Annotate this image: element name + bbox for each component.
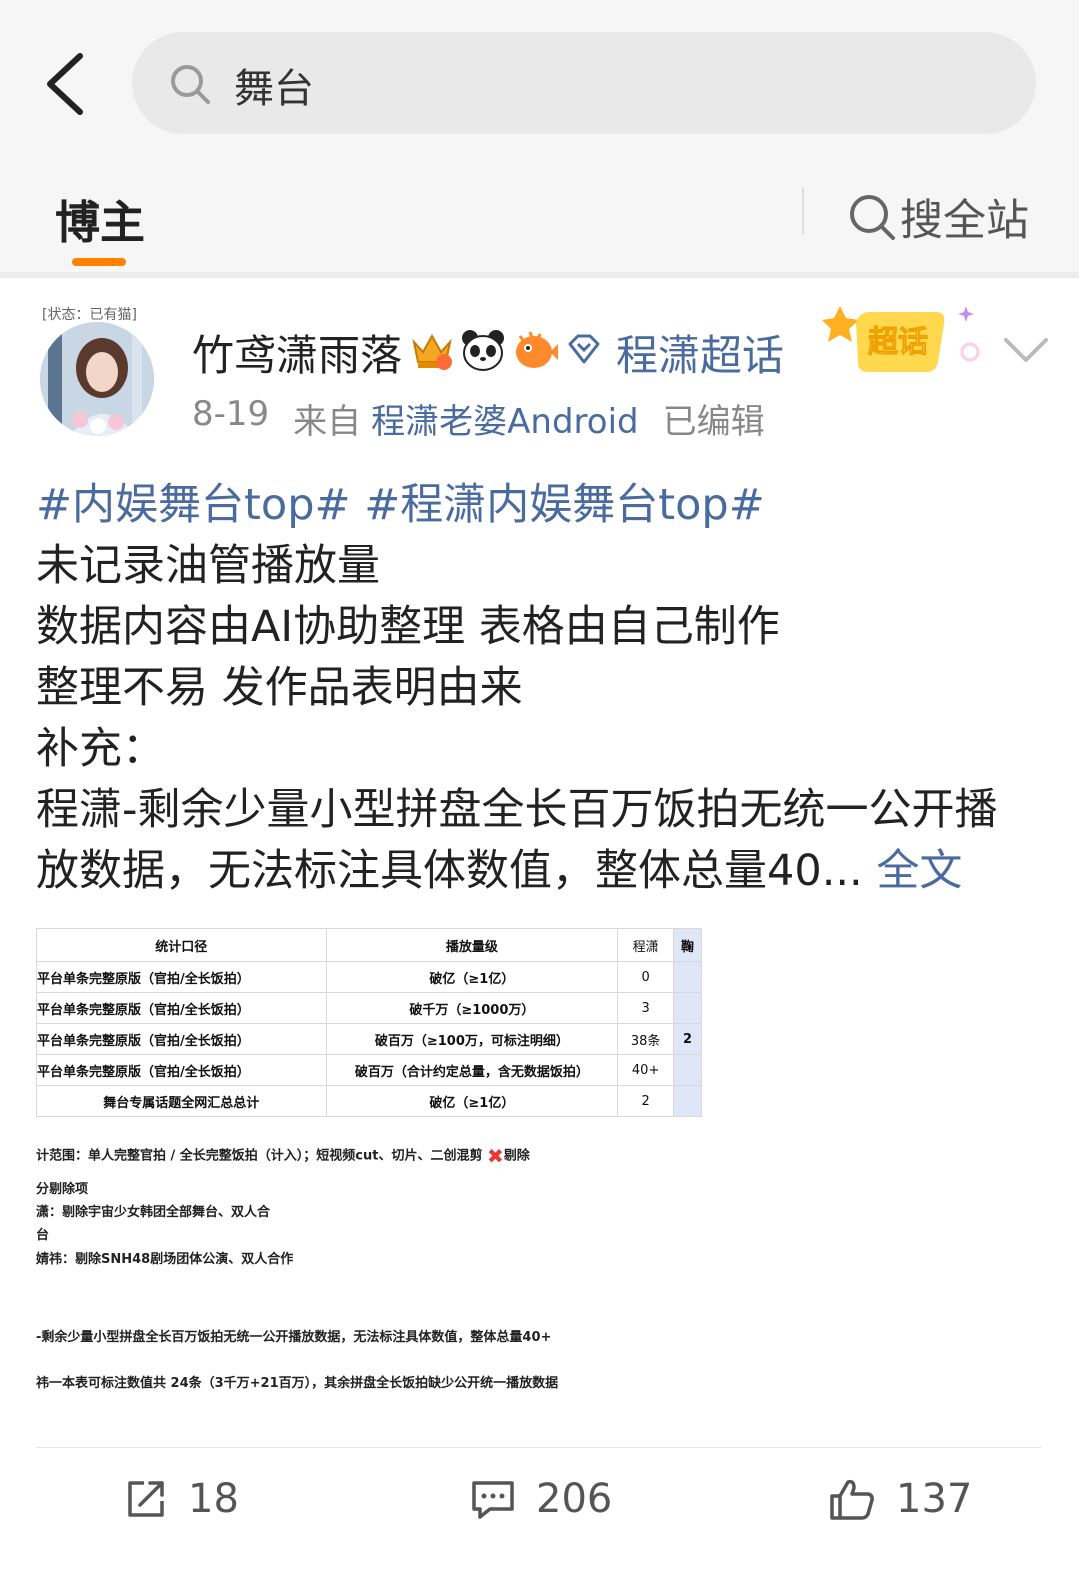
comment-icon [472, 1481, 514, 1519]
post-image[interactable]: 统计口径 播放量级 程潇 鞠 平台单条完整原版（官拍/全长饭拍） 破亿（≥1亿）… [36, 928, 702, 1396]
divider [36, 1447, 1042, 1448]
post-date: 8-19 [192, 394, 270, 434]
table-cell: 破千万（≥1000万） [325, 992, 619, 1024]
divider [0, 272, 1079, 278]
table-cell: 38条 [617, 1023, 675, 1055]
source-prefix: 来自 [293, 402, 362, 442]
chevron-down-icon [1004, 338, 1048, 362]
search-all-label: 搜全站 [900, 196, 1029, 246]
table-cell: 40+ [617, 1054, 675, 1086]
table-cell: 平台单条完整原版（官拍/全长饭拍） [36, 961, 327, 993]
post-text-line: 整理不易 发作品表明由来 [36, 663, 523, 713]
table-row: 舞台专属话题全网汇总总计 破亿（≥1亿） 2 [36, 1085, 702, 1117]
table-cell: 破亿（≥1亿） [325, 961, 619, 993]
search-icon [171, 65, 210, 104]
table-cell: 0 [617, 961, 675, 993]
comment-count: 206 [536, 1476, 613, 1522]
diamond-topic-icon [564, 330, 604, 374]
hashtag[interactable]: #程潇内娱舞台top# [364, 480, 765, 530]
more-options-button[interactable] [1002, 330, 1050, 370]
tab-bozhu[interactable]: 博主 [55, 186, 145, 251]
post-text-line: 未记录油管播放量 [36, 541, 380, 591]
share-icon [128, 1481, 164, 1517]
hashtag-line: #内娱舞台top# #程潇内娱舞台top# [36, 470, 765, 532]
image-note: 婧祎：剔除SNH48剧场团体公演、双人合作 [36, 1252, 294, 1267]
search-icon [850, 195, 895, 240]
tab-divider [802, 188, 804, 234]
red-x-icon: ✖ [487, 1144, 504, 1168]
supertopic-link[interactable]: 程潇超话 [616, 322, 784, 383]
table-cell: 2 [617, 1085, 675, 1117]
post-text-truncated: 放数据，无法标注具体数值，整体总量40... [36, 846, 863, 896]
post-text-line: 补充： [36, 724, 165, 774]
thumbs-up-icon [830, 1479, 874, 1520]
post-text-line: 程潇-剩余少量小型拼盘全长百万饭拍无统一公开播 [36, 785, 998, 835]
image-note: 潇：剔除宇宙少女韩团全部舞台、双人合 [36, 1205, 271, 1220]
table-header: 统计口径 [36, 928, 327, 962]
search-all-button[interactable]: 搜全站 [848, 186, 1029, 248]
repost-count: 18 [188, 1476, 239, 1522]
search-input[interactable]: 舞台 [132, 32, 1036, 134]
username-row: 竹鸢潇雨落 程潇超话 [192, 320, 784, 384]
table-cell [673, 961, 702, 993]
image-note: 计范围：单人完整官拍 / 全长完整饭拍（计入）；短视频cut、切片、二创混剪 ✖… [36, 1144, 530, 1168]
supertopic-badge[interactable]: 超话 [820, 300, 990, 380]
search-query: 舞台 [234, 66, 314, 112]
table-cell [673, 1085, 702, 1117]
like-button[interactable]: 137 [828, 1476, 972, 1522]
table-cell: 2 [673, 1023, 702, 1055]
full-text-link[interactable]: 全文 [876, 846, 962, 896]
post-source[interactable]: 程潇老婆Android [371, 394, 638, 443]
username[interactable]: 竹鸢潇雨落 [192, 322, 402, 383]
image-note: 台 [36, 1228, 50, 1243]
avatar[interactable] [40, 322, 154, 436]
supertopic-badge-label: 超话 [868, 325, 928, 360]
back-arrow-icon [47, 53, 83, 115]
pufferfish-icon [512, 328, 559, 376]
active-tab-indicator [72, 258, 126, 266]
panda-icon [460, 328, 506, 376]
table-header-row: 统计口径 播放量级 程潇 鞠 [36, 928, 702, 962]
table-cell: 破百万（合计约定总量，含无数据饭拍） [325, 1054, 619, 1086]
avatar-image [40, 322, 154, 436]
table-cell: 平台单条完整原版（官拍/全长饭拍） [36, 992, 327, 1024]
avatar-status-badge: [状态：已有猫] [42, 307, 137, 323]
table-cell [673, 1054, 702, 1086]
image-note: 分剔除项 [36, 1182, 89, 1197]
table-row: 平台单条完整原版（官拍/全长饭拍） 破千万（≥1000万） 3 [36, 992, 702, 1024]
table-row: 平台单条完整原版（官拍/全长饭拍） 破百万（≥100万，可标注明细） 38条 2 [36, 1023, 702, 1055]
like-count: 137 [896, 1476, 973, 1522]
stats-table: 统计口径 播放量级 程潇 鞠 平台单条完整原版（官拍/全长饭拍） 破亿（≥1亿）… [36, 928, 702, 1117]
table-cell [673, 992, 702, 1024]
image-note: 祎一本表可标注数值共 24条（3千万+21百万），其余拼盘全长饭拍缺少公开统一播… [36, 1376, 559, 1391]
edited-label[interactable]: 已编辑 [663, 394, 765, 443]
crown-vip-icon [410, 328, 454, 376]
table-row: 平台单条完整原版（官拍/全长饭拍） 破亿（≥1亿） 0 [36, 961, 702, 993]
table-header: 程潇 [617, 928, 675, 962]
table-row: 平台单条完整原版（官拍/全长饭拍） 破百万（合计约定总量，含无数据饭拍） 40+ [36, 1054, 702, 1086]
supertopic-badge-graphic: 超话 [822, 306, 980, 372]
table-cell: 平台单条完整原版（官拍/全长饭拍） [36, 1054, 327, 1086]
table-cell: 破百万（≥100万，可标注明细） [325, 1023, 619, 1055]
table-cell: 破亿（≥1亿） [325, 1085, 619, 1117]
table-cell: 3 [617, 992, 675, 1024]
comment-button[interactable]: 206 [470, 1476, 612, 1522]
post-text-line: 数据内容由AI协助整理 表格由自己制作 [36, 602, 780, 652]
table-header: 鞠 [673, 928, 702, 962]
table-header: 播放量级 [325, 928, 619, 962]
table-cell: 平台单条完整原版（官拍/全长饭拍） [36, 1023, 327, 1055]
table-cell: 舞台专属话题全网汇总总计 [36, 1085, 327, 1117]
post-text-line: 放数据，无法标注具体数值，整体总量40... 全文 [36, 836, 962, 898]
back-button[interactable] [38, 50, 98, 120]
image-note: -剩余少量小型拼盘全长百万饭拍无统一公开播放数据，无法标注具体数值，整体总量40… [36, 1330, 552, 1345]
post-meta: 8-19 来自 程潇老婆Android 已编辑 [192, 394, 765, 443]
hashtag[interactable]: #内娱舞台top# [36, 480, 351, 530]
repost-button[interactable]: 18 [124, 1476, 239, 1522]
